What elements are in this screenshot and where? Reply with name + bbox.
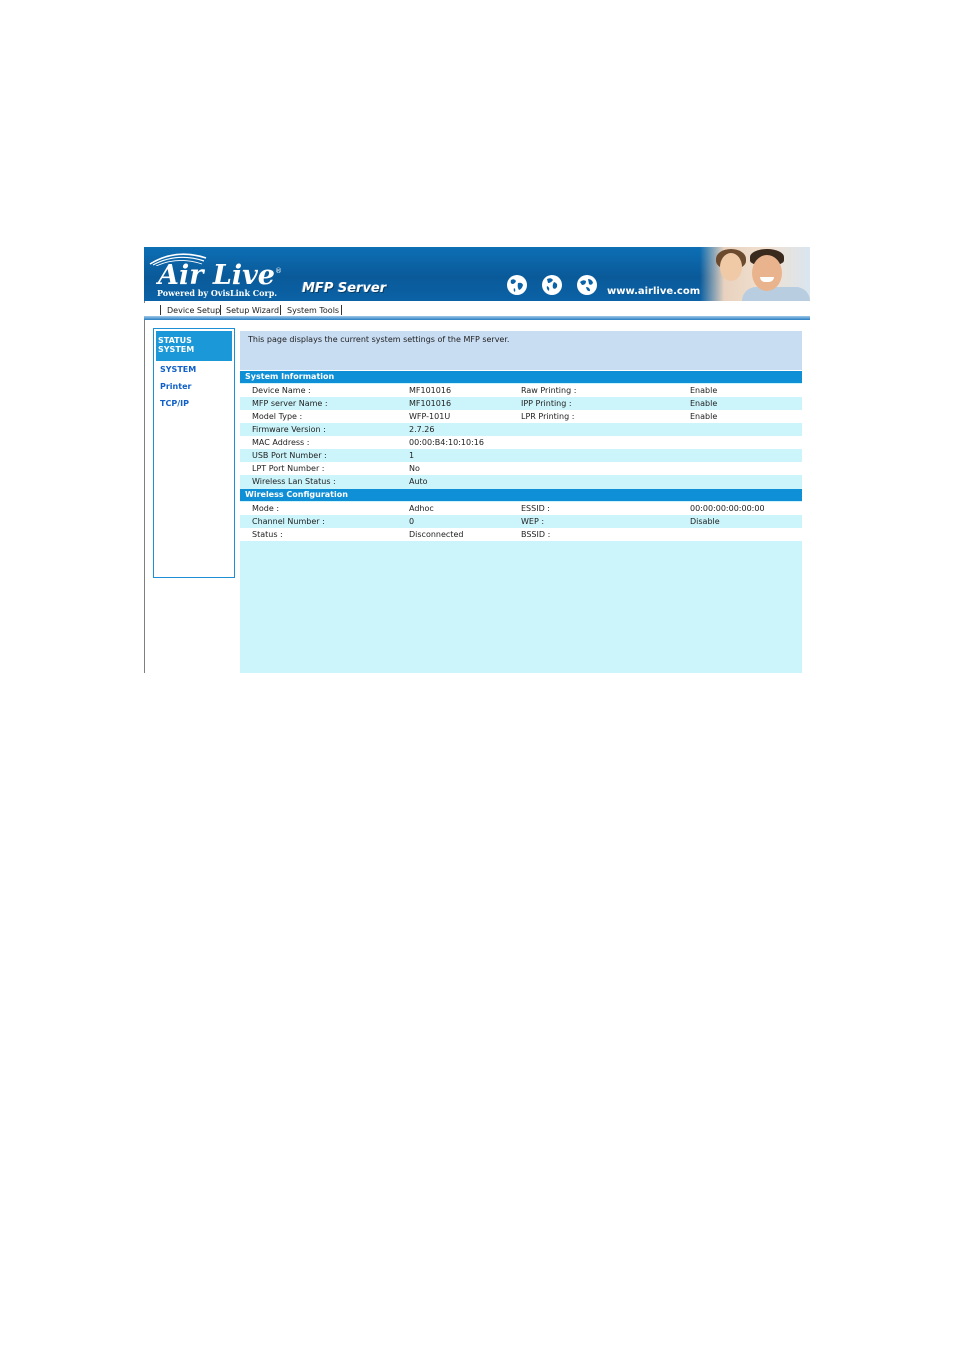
field-label: Mode : [252,504,280,513]
field-value: Disconnected [409,530,464,539]
table-row: Status : Disconnected BSSID : [240,528,802,541]
sidebar-item-system[interactable]: SYSTEM [160,365,196,375]
field-value: WFP-101U [409,412,451,421]
field-value: MF101016 [409,386,452,395]
field-value: 00:00:00:00:00:00 [690,504,765,513]
field-label: BSSID : [521,530,551,539]
intro-text: This page displays the current system se… [248,335,510,344]
field-label: ESSID : [521,504,550,513]
menu-system-tools[interactable]: System Tools [287,306,339,316]
website-url: www.airlive.com [607,286,701,297]
menu-separator [160,305,161,315]
field-value: 2.7.26 [409,425,435,434]
field-value: No [409,464,420,473]
field-label: MFP server Name : [252,399,328,408]
field-label: IPP Printing : [521,399,572,408]
table-row: MFP server Name : MF101016 IPP Printing … [240,397,802,410]
header-banner: Air Live ® Powered by OvisLink Corp. MFP… [144,247,810,301]
table-row: Model Type : WFP-101U LPR Printing : Ena… [240,410,802,423]
menu-device-setup[interactable]: Device Setup [167,306,220,316]
field-label: Device Name : [252,386,311,395]
menu-separator [280,305,281,315]
field-label: Firmware Version : [252,425,326,434]
table-row: LPT Port Number : No [240,462,802,475]
sidebar-item-printer[interactable]: Printer [160,382,191,392]
section-header-wireless-configuration: Wireless Configuration [240,489,802,501]
sidebar: STATUS SYSTEM SYSTEM Printer TCP/IP [153,328,235,578]
globe-icon [507,275,527,295]
menu-separator [341,305,342,315]
intro-panel: This page displays the current system se… [240,331,802,370]
header-photo [700,247,810,301]
registered-mark: ® [275,267,282,275]
sidebar-heading-status: STATUS [158,336,192,345]
brand-logo: Air Live [158,260,275,291]
field-value: Disable [690,517,720,526]
field-value: Enable [690,399,718,408]
brand-tagline: Powered by OvisLink Corp. [157,288,278,298]
table-row: Channel Number : 0 WEP : Disable [240,515,802,528]
table-row: MAC Address : 00:00:B4:10:10:16 [240,436,802,449]
field-value: Enable [690,386,718,395]
product-title: MFP Server [302,281,387,296]
field-value: 1 [409,451,415,460]
globe-icon [577,275,597,295]
section-title: Wireless Configuration [245,490,348,499]
sidebar-item-tcpip[interactable]: TCP/IP [160,399,189,409]
field-label: Wireless Lan Status : [252,477,336,486]
menu-separator [220,305,221,315]
field-value: Adhoc [409,504,434,513]
field-label: Channel Number : [252,517,325,526]
table-row: USB Port Number : 1 [240,449,802,462]
field-value: Enable [690,412,718,421]
field-label: LPT Port Number : [252,464,325,473]
browser-page: Air Live ® Powered by OvisLink Corp. MFP… [144,247,810,673]
field-label: WEP : [521,517,545,526]
sidebar-heading-system: SYSTEM [158,345,195,354]
field-label: Status : [252,530,283,539]
status-content: System Information Device Name : MF10101… [240,371,802,673]
field-value: MF101016 [409,399,452,408]
menu-setup-wizard[interactable]: Setup Wizard [226,306,279,316]
field-value: 00:00:B4:10:10:16 [409,438,484,447]
table-row: Mode : Adhoc ESSID : 00:00:00:00:00:00 [240,502,802,515]
field-label: Model Type : [252,412,303,421]
field-label: MAC Address : [252,438,310,447]
field-label: USB Port Number : [252,451,327,460]
table-row: Firmware Version : 2.7.26 [240,423,802,436]
sidebar-heading: STATUS SYSTEM [156,331,232,361]
field-value: 0 [409,517,415,526]
table-row: Wireless Lan Status : Auto [240,475,802,488]
field-label: LPR Printing : [521,412,575,421]
field-value: Auto [409,477,428,486]
menu-underline [144,316,810,320]
section-title: System Information [245,372,335,381]
section-header-system-information: System Information [240,371,802,383]
field-label: Raw Printing : [521,386,577,395]
globe-icon [542,275,562,295]
table-row: Device Name : MF101016 Raw Printing : En… [240,384,802,397]
